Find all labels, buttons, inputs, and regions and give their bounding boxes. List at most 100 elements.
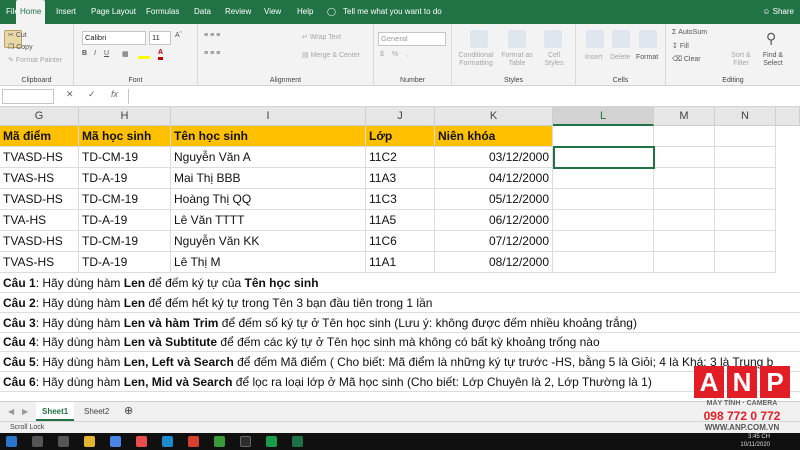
format-cells-label[interactable]: Format	[636, 54, 658, 61]
font-name-select[interactable]: Calibri	[82, 31, 146, 45]
table-cell[interactable]: 11A5	[366, 210, 435, 231]
table-cell[interactable]: TVAS-HS	[0, 252, 79, 273]
question-row[interactable]: Câu 5: Hãy dùng hàm Len, Left và Search …	[0, 352, 800, 373]
app-icon[interactable]	[188, 436, 199, 447]
table-cell[interactable]: TVA-HS	[0, 210, 79, 231]
name-box[interactable]	[2, 89, 54, 104]
table-header-cell[interactable]: Lớp	[366, 126, 435, 147]
enter-icon[interactable]: ✓	[88, 89, 96, 100]
conditional-formatting-icon[interactable]	[470, 30, 488, 48]
tab-formulas[interactable]: Formulas	[146, 0, 179, 24]
empty-cell[interactable]	[654, 147, 715, 168]
empty-cell[interactable]	[654, 252, 715, 273]
empty-cell[interactable]	[654, 210, 715, 231]
cancel-icon[interactable]: ✕	[66, 89, 74, 100]
align-top-icons[interactable]: ≡≡≡	[204, 32, 222, 39]
next-sheet-icon[interactable]: ▶	[16, 402, 34, 421]
table-cell[interactable]: TD-CM-19	[79, 147, 171, 168]
insert-function-icon[interactable]: fx	[111, 89, 118, 99]
empty-cell[interactable]	[553, 252, 654, 273]
question-row[interactable]: Câu 4: Hãy dùng hàm Len và Subtitute để …	[0, 332, 800, 353]
number-format-select[interactable]: General	[378, 32, 446, 46]
app-icon[interactable]	[266, 436, 277, 447]
format-cells-icon[interactable]	[639, 30, 657, 48]
find-select-button[interactable]: Find & Select	[758, 52, 788, 68]
excel-icon[interactable]	[292, 436, 303, 447]
table-cell[interactable]: 11C6	[366, 231, 435, 252]
tab-view[interactable]: View	[264, 0, 281, 24]
table-cell[interactable]: Hoàng Thị QQ	[171, 189, 366, 210]
question-row[interactable]: Câu 2: Hãy dùng hàm Len để đếm hết ký tự…	[0, 293, 800, 313]
table-header-cell[interactable]: Niên khóa	[435, 126, 553, 147]
table-cell[interactable]: 07/12/2000	[435, 231, 553, 252]
empty-cell[interactable]	[553, 168, 654, 189]
empty-cell[interactable]	[553, 231, 654, 252]
empty-cell[interactable]	[715, 231, 776, 252]
table-cell[interactable]: 08/12/2000	[435, 252, 553, 273]
underline-icon[interactable]: U	[104, 50, 109, 57]
empty-cell[interactable]	[553, 126, 654, 147]
insert-cells-label[interactable]: Insert	[585, 54, 603, 61]
bold-icon[interactable]: B	[82, 50, 87, 57]
empty-cell[interactable]	[654, 126, 715, 147]
number-format-icons[interactable]: $ % ,	[380, 51, 411, 58]
tab-review[interactable]: Review	[225, 0, 251, 24]
table-cell[interactable]: TVASD-HS	[0, 231, 79, 252]
column-header-h[interactable]: H	[79, 107, 171, 126]
grow-font-icon[interactable]: Aˆ	[175, 32, 182, 39]
table-cell[interactable]: TD-A-19	[79, 252, 171, 273]
column-header-g[interactable]: G	[0, 107, 79, 126]
tab-help[interactable]: Help	[297, 0, 313, 24]
add-sheet-icon[interactable]: ⊕	[118, 402, 139, 421]
column-header-m[interactable]: M	[654, 107, 715, 126]
fill-button[interactable]: ↧ Fill	[672, 42, 689, 50]
column-header-i[interactable]: I	[171, 107, 366, 126]
table-header-cell[interactable]: Tên học sinh	[171, 126, 366, 147]
worksheet-grid[interactable]: G H I J K L M N Mã điểm Mã học sinh Tên học sinh Lớ…	[0, 107, 800, 401]
tab-data[interactable]: Data	[194, 0, 211, 24]
italic-icon[interactable]: I	[94, 50, 96, 57]
sheet-tab-1[interactable]: Sheet1	[36, 402, 75, 421]
table-cell[interactable]: 04/12/2000	[435, 168, 553, 189]
merge-center-button[interactable]: ▤ Merge & Center	[302, 51, 360, 59]
empty-cell[interactable]	[715, 168, 776, 189]
table-cell[interactable]: TD-CM-19	[79, 231, 171, 252]
table-cell[interactable]: Lê Thị M	[171, 252, 366, 273]
autosum-button[interactable]: Σ AutoSum	[672, 29, 707, 36]
align-left-icons[interactable]: ≡≡≡	[204, 50, 222, 57]
empty-cell[interactable]	[553, 189, 654, 210]
app-icon[interactable]	[162, 436, 173, 447]
question-row[interactable]: Câu 6: Hãy dùng hàm Len, Mid và Search đ…	[0, 372, 800, 392]
format-as-table-icon[interactable]	[508, 30, 526, 48]
tab-home[interactable]: Home	[16, 0, 46, 24]
empty-cell[interactable]	[553, 210, 654, 231]
borders-icon[interactable]: ▦	[122, 50, 129, 58]
table-cell[interactable]: 11A1	[366, 252, 435, 273]
magnifier-icon[interactable]: ⚲	[766, 30, 776, 47]
copy-button[interactable]: ❐ Copy	[8, 43, 33, 51]
column-header-l[interactable]: L	[553, 107, 654, 126]
cell-styles-icon[interactable]	[544, 30, 562, 48]
column-header-n[interactable]: N	[715, 107, 776, 126]
font-size-select[interactable]: 11	[149, 31, 171, 45]
format-as-table-label[interactable]: Format as Table	[500, 52, 534, 68]
table-cell[interactable]: 05/12/2000	[435, 189, 553, 210]
fill-color-icon[interactable]	[138, 49, 150, 59]
wrap-text-button[interactable]: ↵ Wrap Text	[302, 33, 341, 41]
photos-icon[interactable]	[136, 436, 147, 447]
empty-cell[interactable]	[654, 168, 715, 189]
font-color-icon[interactable]: A	[158, 48, 164, 60]
table-cell[interactable]: TD-CM-19	[79, 189, 171, 210]
question-row[interactable]: Câu 3: Hãy dùng hàm Len và hàm Trim để đ…	[0, 313, 800, 333]
table-header-cell[interactable]: Mã học sinh	[79, 126, 171, 147]
line-icon[interactable]	[214, 436, 225, 447]
sort-filter-button[interactable]: Sort & Filter	[726, 52, 756, 68]
file-explorer-icon[interactable]	[84, 436, 95, 447]
tab-page-layout[interactable]: Page Layout	[91, 0, 136, 24]
conditional-formatting-label[interactable]: Conditional Formatting	[456, 52, 496, 68]
table-cell[interactable]: Nguyễn Văn A	[171, 147, 366, 168]
delete-cells-label[interactable]: Delete	[610, 54, 630, 61]
search-icon[interactable]	[32, 436, 43, 447]
empty-cell[interactable]	[553, 147, 654, 168]
task-view-icon[interactable]	[58, 436, 69, 447]
